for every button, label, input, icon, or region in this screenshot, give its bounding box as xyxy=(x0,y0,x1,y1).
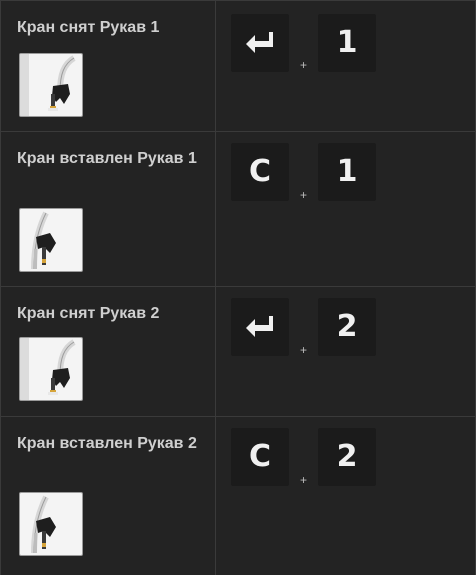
action-title: Кран вставлен Рукав 2 xyxy=(17,435,197,452)
shortcut-table: Кран снят Рукав 1 + 1 Кран вставлен Рука… xyxy=(0,0,476,575)
digit-key[interactable]: 1 xyxy=(318,14,376,72)
digit-key[interactable]: 2 xyxy=(318,428,376,486)
action-cell: Кран снят Рукав 2 xyxy=(0,287,216,416)
enter-key-icon xyxy=(246,32,273,53)
shortcut-cell: C + 1 xyxy=(216,132,476,286)
enter-key-icon xyxy=(246,316,273,337)
action-cell: Кран вставлен Рукав 1 xyxy=(0,132,216,286)
plus-sign: + xyxy=(300,473,308,487)
shortcut-cell: + 1 xyxy=(216,1,476,131)
plus-sign: + xyxy=(300,188,308,202)
table-row: Кран вставлен Рукав 1 C + 1 xyxy=(0,132,476,287)
cancel-key[interactable]: C xyxy=(231,143,289,201)
plus-sign: + xyxy=(300,343,308,357)
digit-key[interactable]: 2 xyxy=(318,298,376,356)
plus-sign: + xyxy=(300,58,308,72)
action-cell: Кран снят Рукав 1 xyxy=(0,1,216,131)
table-row: Кран снят Рукав 1 + 1 xyxy=(0,1,476,132)
action-title: Кран вставлен Рукав 1 xyxy=(17,150,197,167)
enter-key[interactable] xyxy=(231,298,289,356)
nozzle-removed-icon xyxy=(19,337,83,401)
nozzle-inserted-icon xyxy=(19,492,83,556)
digit-key[interactable]: 1 xyxy=(318,143,376,201)
table-row: Кран снят Рукав 2 + 2 xyxy=(0,287,476,417)
enter-key[interactable] xyxy=(231,14,289,72)
action-title: Кран снят Рукав 2 xyxy=(17,305,160,322)
nozzle-removed-icon xyxy=(19,53,83,117)
action-cell: Кран вставлен Рукав 2 xyxy=(0,417,216,575)
shortcut-cell: C + 2 xyxy=(216,417,476,575)
action-title: Кран снят Рукав 1 xyxy=(17,19,160,36)
table-row: Кран вставлен Рукав 2 C + 2 xyxy=(0,417,476,575)
nozzle-inserted-icon xyxy=(19,208,83,272)
shortcut-cell: + 2 xyxy=(216,287,476,416)
cancel-key[interactable]: C xyxy=(231,428,289,486)
